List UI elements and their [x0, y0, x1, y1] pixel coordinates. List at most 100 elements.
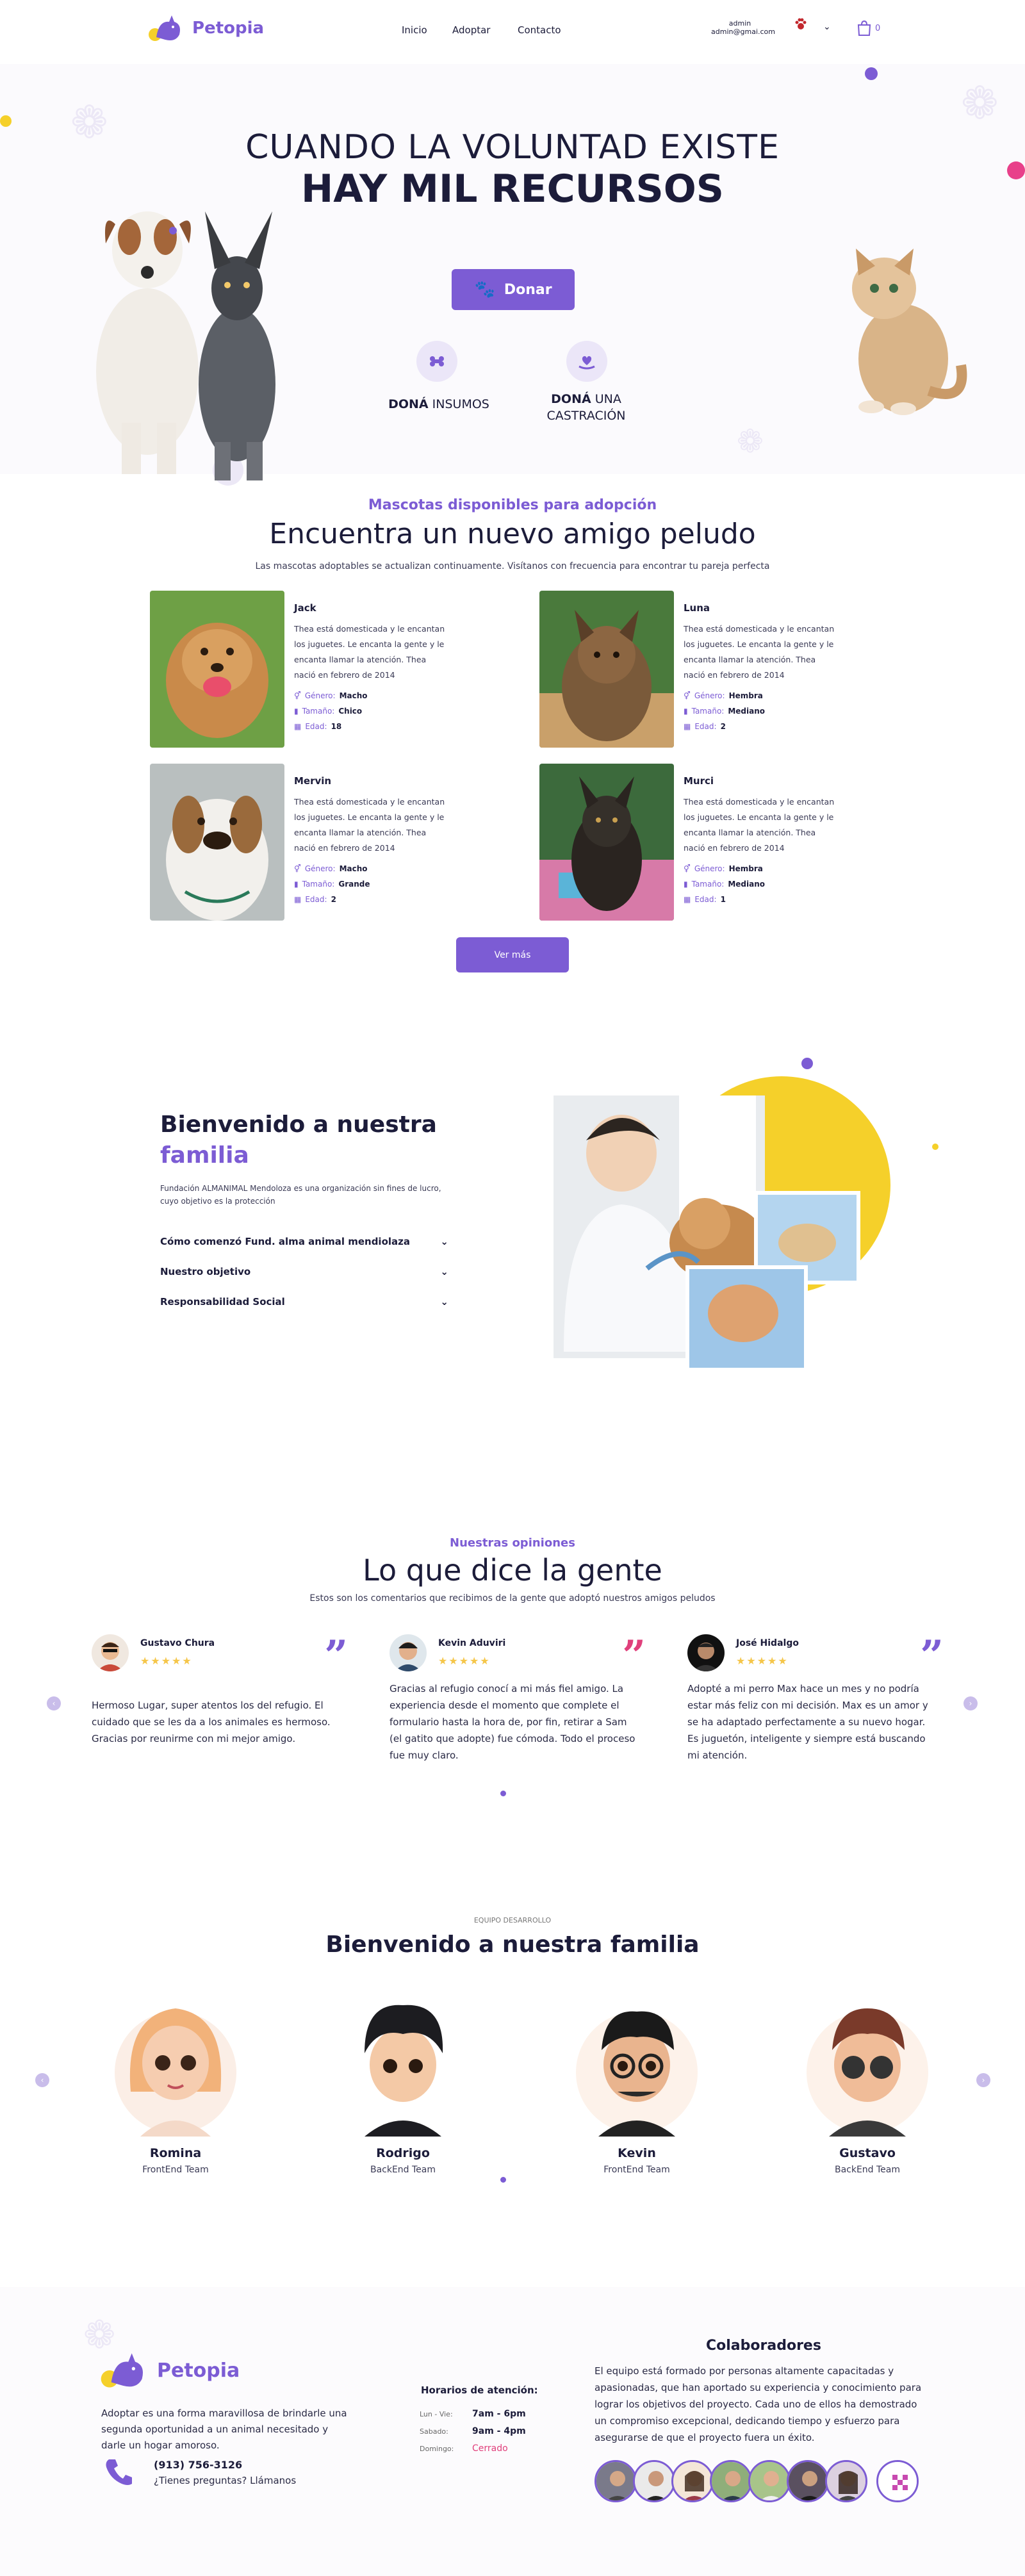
pet-photo — [150, 591, 284, 748]
team-kicker: EQUIPO DESARROLLO — [473, 1916, 552, 1924]
accordion-item[interactable]: Nuestro objetivo ⌄ — [160, 1257, 448, 1286]
donate-supplies-label[interactable]: DONÁ INSUMOS — [375, 397, 503, 411]
pet-card[interactable]: Luna Thea está domesticada y le encantan… — [539, 591, 898, 748]
paw-avatar-icon[interactable] — [793, 17, 808, 32]
testimonials-next-button[interactable]: › — [964, 1696, 978, 1710]
option2-line2: CASTRACIÓN — [546, 409, 626, 423]
pet-description: Thea está domesticada y le encantan los … — [294, 797, 445, 853]
about-title-line1: Bienvenido a nuestra — [160, 1112, 437, 1138]
donate-button[interactable]: 🐾 Donar — [452, 269, 575, 310]
collaborator-avatar[interactable] — [825, 2460, 867, 2502]
see-more-button[interactable]: Ver más — [456, 937, 569, 972]
avatar — [573, 1989, 701, 2137]
pet-card[interactable]: Murci Thea está domesticada y le encanta… — [539, 764, 898, 921]
collaborator-avatar[interactable] — [748, 2460, 791, 2502]
accordion-item[interactable]: Responsabilidad Social ⌄ — [160, 1287, 448, 1317]
size-value: Chico — [338, 707, 363, 716]
gender-label: Género: — [694, 691, 725, 700]
cart-button[interactable]: 0 — [855, 19, 880, 37]
collaborator-avatar[interactable] — [876, 2460, 919, 2502]
chevron-down-icon[interactable]: ⌄ — [823, 22, 831, 32]
pet-name: Murci — [684, 775, 714, 787]
cat-logo-icon — [147, 9, 186, 47]
pet-gender: ⚥ Género: Macho — [294, 864, 368, 873]
footer-logo[interactable]: Petopia — [99, 2345, 240, 2396]
schedule-day: Lun - Vie: — [420, 2410, 453, 2418]
user-info[interactable]: admin admin@gmai.com — [705, 19, 775, 36]
accordion-item[interactable]: Cómo comenzó Fund. alma animal mendiolaz… — [160, 1227, 448, 1256]
testimonial-name: Gustavo Chura — [140, 1638, 215, 1648]
phone-icon — [102, 2456, 135, 2488]
quote-icon: ” — [622, 1632, 646, 1680]
testimonial-text: Adopté a mi perro Max hace un mes y no p… — [687, 1683, 928, 1761]
size-label: Tamaño: — [302, 707, 335, 716]
pet-age: ▦ Edad: 1 — [684, 895, 726, 904]
team-member-role: FrontEnd Team — [603, 2165, 670, 2175]
decor-dot — [865, 67, 878, 80]
bone-icon — [430, 356, 444, 366]
accordion-label: Nuestro objetivo — [160, 1266, 251, 1277]
schedule-closed: Cerrado — [472, 2443, 508, 2454]
site-header: Petopia Inicio Adoptar Contacto admin ad… — [0, 0, 1025, 64]
cake-icon: ▦ — [294, 722, 302, 731]
testimonials-subtitle: Estos son los comentarios que recibimos … — [309, 1593, 716, 1604]
nav-contacto[interactable]: Contacto — [518, 24, 561, 36]
phone-number[interactable]: (913) 756-3126 — [154, 2459, 242, 2471]
age-value: 2 — [720, 722, 726, 731]
donate-supplies-option[interactable] — [416, 341, 457, 382]
team-prev-button[interactable]: ‹ — [35, 2073, 49, 2087]
pet-description: Thea está domesticada y le encantan los … — [684, 624, 835, 680]
collaborator-avatar[interactable] — [594, 2460, 637, 2502]
option2-bold: DONÁ — [551, 392, 591, 406]
collaborator-avatar[interactable] — [787, 2460, 829, 2502]
testimonials-prev-button[interactable]: ‹ — [47, 1696, 61, 1710]
age-value: 2 — [331, 895, 336, 904]
pet-name: Luna — [684, 602, 710, 614]
donate-castration-option[interactable] — [566, 341, 607, 382]
carousel-dot[interactable] — [500, 1791, 506, 1796]
team-member-card: Rodrigo BackEnd Team — [320, 1989, 486, 2188]
nav-adoptar[interactable]: Adoptar — [452, 24, 490, 36]
cake-icon: ▦ — [684, 722, 691, 731]
pet-gender: ⚥ Género: Macho — [294, 691, 368, 700]
adoption-subtitle: Las mascotas adoptables se actualizan co… — [255, 561, 770, 571]
age-label: Edad: — [305, 722, 327, 731]
pet-card[interactable]: Mervin Thea está domesticada y le encant… — [150, 764, 509, 921]
rating-stars: ★★★★★ — [140, 1655, 193, 1667]
age-label: Edad: — [694, 722, 717, 731]
gender-value: Macho — [339, 864, 368, 873]
cart-count: 0 — [875, 23, 881, 33]
schedule-hours: 9am - 4pm — [472, 2426, 526, 2436]
testimonial-text: Gracias al refugio conocí a mi más fiel … — [390, 1683, 636, 1761]
carousel-dot[interactable] — [500, 2177, 506, 2183]
size-value: Mediano — [728, 707, 766, 716]
avatar — [111, 1989, 240, 2137]
pet-gender: ⚥ Género: Hembra — [684, 864, 763, 873]
avatar — [92, 1634, 129, 1671]
donate-castration-label[interactable]: DONÁ UNA CASTRACIÓN — [522, 391, 650, 424]
brand-logo[interactable]: Petopia — [147, 9, 264, 47]
pet-name: Mervin — [294, 775, 332, 787]
user-email: admin@gmai.com — [711, 28, 775, 36]
collaborator-avatar[interactable] — [710, 2460, 752, 2502]
nav-inicio[interactable]: Inicio — [402, 24, 427, 36]
size-value: Mediano — [728, 880, 766, 889]
accordion-label: Responsabilidad Social — [160, 1296, 285, 1308]
pet-gender: ⚥ Género: Hembra — [684, 691, 763, 700]
age-value: 1 — [720, 895, 726, 904]
adoption-title: Encuentra un nuevo amigo peludo — [269, 518, 756, 550]
pet-photo — [539, 764, 674, 921]
team-next-button[interactable]: › — [976, 2073, 990, 2087]
schedule-day: Domingo: — [420, 2445, 454, 2453]
size-label: Tamaño: — [302, 880, 335, 889]
gender-icon: ⚥ — [294, 864, 301, 873]
pet-card[interactable]: Jack Thea está domesticada y le encantan… — [150, 591, 509, 748]
collaborator-avatar[interactable] — [633, 2460, 675, 2502]
accordion-label: Cómo comenzó Fund. alma animal mendiolaz… — [160, 1236, 410, 1247]
vet-collage-image — [551, 1051, 948, 1384]
avatar — [339, 1989, 467, 2137]
user-name: admin — [728, 19, 751, 28]
testimonials-kicker: Nuestras opiniones — [450, 1536, 575, 1550]
collaborator-avatar[interactable] — [671, 2460, 714, 2502]
testimonial-card: Gustavo Chura ★★★★★ ” Hermoso Lugar, sup… — [92, 1634, 348, 1775]
